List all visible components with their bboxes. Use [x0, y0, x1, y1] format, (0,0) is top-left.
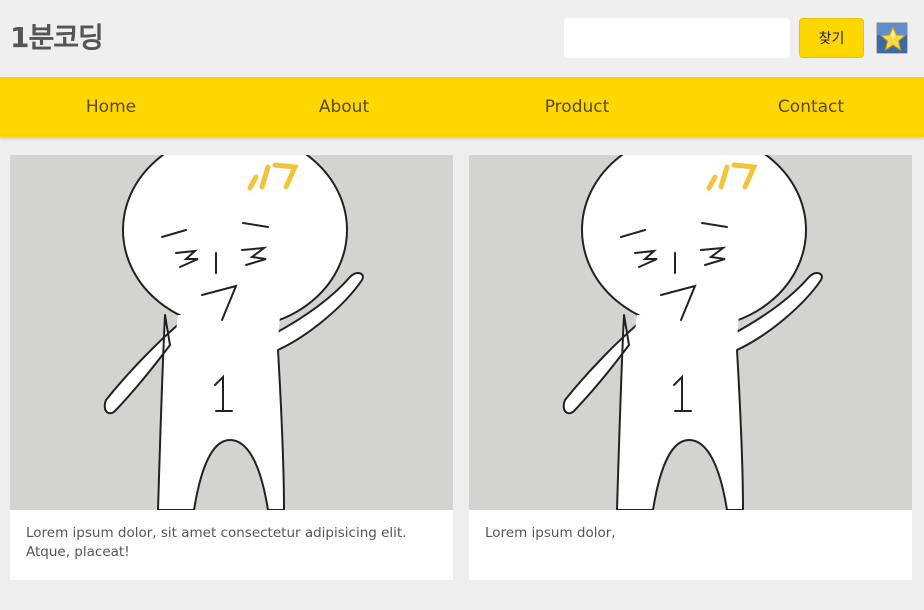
nav-item-contact[interactable]: Contact	[721, 77, 901, 137]
character-illustration	[469, 155, 912, 510]
nav-item-about[interactable]: About	[254, 77, 434, 137]
search-button[interactable]: 찾기	[799, 18, 864, 58]
main-nav: Home About Product Contact	[0, 77, 924, 137]
card-text: Lorem ipsum dolor,	[485, 525, 616, 541]
character-illustration	[10, 155, 453, 510]
star-avatar-icon[interactable]	[876, 22, 908, 54]
site-logo[interactable]: 1분코딩	[10, 16, 104, 56]
nav-item-product[interactable]: Product	[487, 77, 667, 137]
card-text: Lorem ipsum dolor, sit amet consectetur …	[26, 525, 407, 560]
search-input[interactable]	[564, 18, 790, 58]
card[interactable]: Lorem ipsum dolor,	[469, 155, 912, 580]
card[interactable]: Lorem ipsum dolor, sit amet consectetur …	[10, 155, 453, 580]
nav-item-home[interactable]: Home	[21, 77, 201, 137]
header: 1분코딩 찾기	[0, 0, 924, 77]
